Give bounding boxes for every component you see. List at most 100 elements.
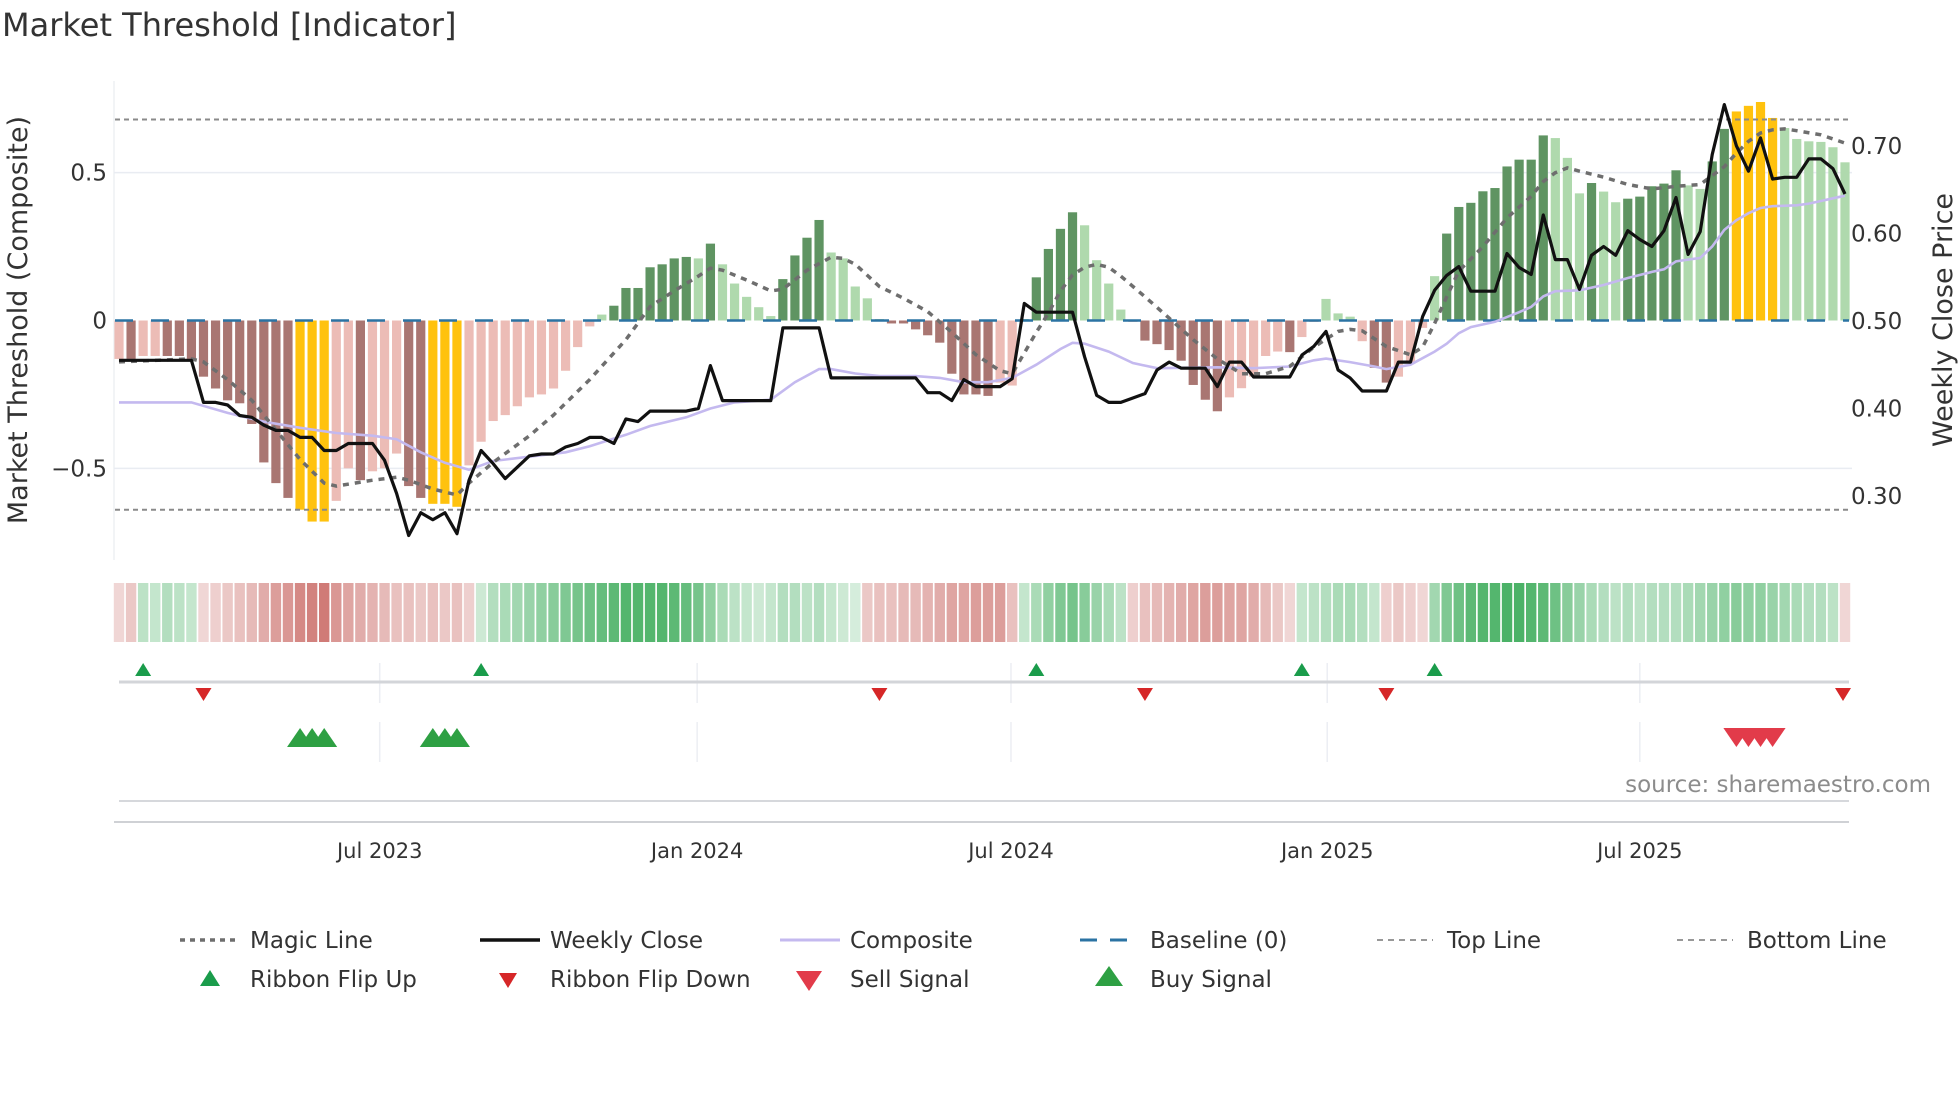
composite-bar bbox=[428, 320, 438, 504]
ribbon-cell bbox=[1586, 583, 1597, 642]
ribbon-cell bbox=[1320, 583, 1332, 642]
composite-bar bbox=[1369, 320, 1379, 368]
ribbon-cell bbox=[379, 583, 390, 642]
ribbon-cell bbox=[415, 583, 426, 642]
composite-bar bbox=[754, 307, 764, 321]
right-tick-label: 0.70 bbox=[1851, 134, 1902, 160]
ribbon-cell bbox=[1188, 583, 1199, 642]
composite-bar bbox=[1478, 191, 1488, 321]
composite-bar bbox=[476, 320, 486, 442]
ribbon-cell bbox=[1429, 583, 1440, 642]
composite-bar bbox=[838, 258, 848, 321]
composite-bar bbox=[186, 320, 197, 359]
composite-bar bbox=[464, 320, 474, 466]
ribbon-flip-up-icon bbox=[473, 663, 490, 676]
ribbon-cell bbox=[1417, 583, 1428, 642]
composite-bar bbox=[573, 320, 583, 348]
composite-bar bbox=[319, 320, 329, 522]
magic-line bbox=[118, 127, 1846, 497]
ribbon-cell bbox=[934, 583, 945, 642]
ribbon-cell bbox=[1151, 583, 1163, 642]
composite-bar bbox=[295, 320, 305, 510]
ribbon-cell bbox=[186, 583, 197, 642]
ribbon-cell bbox=[1839, 583, 1851, 642]
ribbon-cell bbox=[1670, 583, 1682, 642]
ribbon-cell bbox=[741, 583, 752, 642]
composite-bar bbox=[283, 320, 293, 498]
ribbon-cell bbox=[246, 583, 257, 642]
composite-bar bbox=[1502, 166, 1512, 321]
ribbon-cell bbox=[1332, 583, 1344, 642]
ribbon-cell bbox=[1634, 583, 1646, 642]
composite-bar bbox=[633, 287, 643, 321]
composite-bar bbox=[693, 258, 703, 321]
composite-bar bbox=[705, 243, 716, 321]
ribbon-cell bbox=[608, 583, 620, 642]
ribbon-cell bbox=[801, 583, 813, 642]
ribbon-cell bbox=[1127, 583, 1139, 642]
composite-bar bbox=[850, 286, 860, 321]
ribbon-cell bbox=[487, 583, 499, 642]
legend: Magic Line Weekly Close Composite Baseline … bbox=[180, 928, 1887, 993]
ribbon-flip-up-icon bbox=[1028, 663, 1045, 676]
ribbon-cell bbox=[1369, 583, 1380, 642]
ribbon-cell bbox=[1465, 583, 1477, 642]
ribbon-cell bbox=[1453, 583, 1464, 642]
right-axis-label: Weekly Close Price bbox=[1928, 193, 1959, 447]
right-tick-label: 0.30 bbox=[1851, 484, 1902, 510]
ribbon-cell bbox=[1091, 583, 1102, 642]
composite-bar bbox=[621, 287, 631, 321]
x-tick-label: Jan 2024 bbox=[649, 839, 744, 863]
composite-bar bbox=[1164, 320, 1174, 351]
ribbon-cell bbox=[1393, 583, 1404, 642]
ribbon-cell bbox=[789, 583, 801, 642]
ribbon-cell bbox=[669, 583, 680, 642]
composite-bar bbox=[1490, 188, 1500, 321]
ribbon-cell bbox=[1731, 583, 1742, 642]
ribbon-cell bbox=[1574, 583, 1585, 642]
ribbon-cell bbox=[1308, 583, 1320, 642]
composite-bar bbox=[645, 267, 655, 321]
composite-bar bbox=[307, 320, 317, 522]
ribbon-cell bbox=[403, 583, 414, 642]
ribbon-cell bbox=[1827, 583, 1839, 642]
ribbon-cell bbox=[391, 583, 402, 642]
ribbon-cell bbox=[318, 583, 330, 642]
ribbon-cell bbox=[850, 583, 861, 642]
composite-bar bbox=[150, 320, 160, 356]
ribbon-cell bbox=[970, 583, 982, 642]
ribbon-cell bbox=[439, 583, 451, 642]
ribbon-cell bbox=[1296, 583, 1308, 642]
ribbon-cell bbox=[270, 583, 282, 642]
legend-top-label: Top Line bbox=[1446, 928, 1541, 954]
ribbon-cell bbox=[1055, 583, 1066, 642]
ribbon-cell bbox=[331, 583, 342, 642]
ribbon-cell bbox=[1791, 583, 1802, 642]
ribbon-cell bbox=[1815, 583, 1827, 642]
ribbon-cell bbox=[198, 583, 209, 642]
composite-bar bbox=[355, 320, 365, 481]
ribbon-cell bbox=[1224, 583, 1235, 642]
composite-bar bbox=[392, 320, 402, 454]
ribbon-cell bbox=[922, 583, 933, 642]
legend-baseline-label: Baseline (0) bbox=[1150, 928, 1287, 954]
composite-bar bbox=[488, 320, 498, 422]
ribbon-cell bbox=[982, 583, 994, 642]
ribbon-cell bbox=[1212, 583, 1223, 642]
indicator-chart: 0.50−0.50.700.600.500.400.30Jul 2023 Jan … bbox=[3, 81, 1959, 993]
composite-bar bbox=[1767, 117, 1778, 321]
ribbon-cell bbox=[137, 583, 149, 642]
composite-bar bbox=[1526, 159, 1536, 321]
ribbon-cell bbox=[548, 583, 559, 642]
signal-panels bbox=[119, 663, 1851, 802]
composite-bar bbox=[536, 320, 547, 395]
composite-bar bbox=[331, 320, 341, 501]
ribbon-cell bbox=[1006, 583, 1018, 642]
legend-composite-label: Composite bbox=[850, 928, 973, 954]
ribbon-cell bbox=[1067, 583, 1078, 642]
legend-close-label: Weekly Close bbox=[550, 928, 703, 954]
composite-bar bbox=[1599, 191, 1609, 321]
ribbon-cell bbox=[475, 583, 487, 642]
ribbon-cell bbox=[1477, 583, 1489, 642]
legend-bottom-label: Bottom Line bbox=[1747, 928, 1887, 954]
